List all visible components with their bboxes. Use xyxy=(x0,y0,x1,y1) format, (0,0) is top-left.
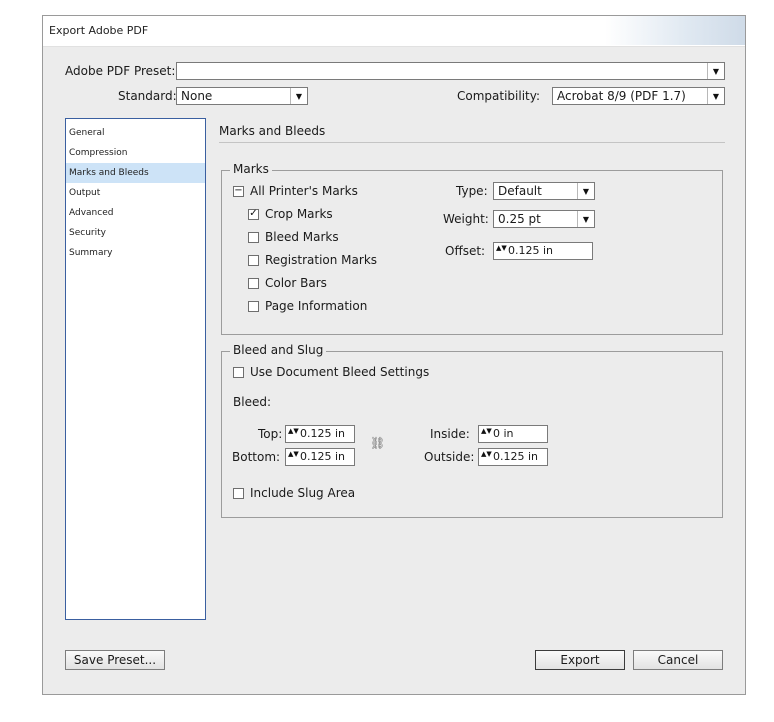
marks-legend: Marks xyxy=(230,162,272,176)
preset-label: Adobe PDF Preset: xyxy=(65,64,176,78)
preset-dropdown[interactable]: ▼ xyxy=(176,62,725,80)
mixed-check-icon: − xyxy=(233,185,244,197)
color-bars-checkbox[interactable]: Color Bars xyxy=(248,276,327,290)
type-label: Type: xyxy=(456,184,488,198)
page-information-label: Page Information xyxy=(265,299,368,313)
standard-label: Standard: xyxy=(118,89,177,103)
use-document-bleed-checkbox[interactable]: Use Document Bleed Settings xyxy=(233,365,429,379)
use-document-bleed-label: Use Document Bleed Settings xyxy=(250,365,430,379)
inside-label: Inside: xyxy=(430,427,470,441)
save-preset-button[interactable]: Save Preset... xyxy=(65,650,165,670)
all-printers-marks-checkbox[interactable]: − All Printer's Marks xyxy=(233,184,358,198)
unchecked-box xyxy=(248,277,259,289)
weight-label: Weight: xyxy=(443,212,489,226)
crop-marks-checkbox[interactable]: ✓ Crop Marks xyxy=(248,207,333,221)
dialog-title: Export Adobe PDF xyxy=(49,24,149,37)
nav-item-summary[interactable]: Summary xyxy=(66,243,205,263)
nav-item-advanced[interactable]: Advanced xyxy=(66,203,205,223)
page-title: Marks and Bleeds xyxy=(219,124,326,138)
link-chain-icon[interactable]: ⛓ xyxy=(370,436,385,450)
bottom-label: Bottom: xyxy=(232,450,281,464)
unchecked-box xyxy=(248,300,259,312)
outside-bleed-value: 0.125 in xyxy=(493,450,539,463)
export-button[interactable]: Export xyxy=(535,650,625,670)
bottom-bleed-value: 0.125 in xyxy=(300,450,346,463)
bleed-marks-checkbox[interactable]: Bleed Marks xyxy=(248,230,339,244)
stepper-arrows-icon[interactable]: ▲▼ xyxy=(481,451,492,463)
top-label: Top: xyxy=(258,427,283,441)
weight-dropdown[interactable]: 0.25 pt ▼ xyxy=(493,210,595,228)
unchecked-box xyxy=(233,487,244,499)
chevron-down-icon: ▼ xyxy=(707,63,724,79)
weight-value: 0.25 pt xyxy=(498,212,541,226)
stepper-arrows-icon[interactable]: ▲▼ xyxy=(481,428,492,440)
unchecked-box xyxy=(248,254,259,266)
stepper-arrows-icon[interactable]: ▲▼ xyxy=(288,451,299,463)
divider xyxy=(219,142,725,143)
all-printers-marks-label: All Printer's Marks xyxy=(250,184,358,198)
checkmark-icon: ✓ xyxy=(248,208,259,220)
outside-label: Outside: xyxy=(424,450,475,464)
top-bleed-stepper[interactable]: ▲▼ 0.125 in xyxy=(285,425,355,443)
offset-value: 0.125 in xyxy=(508,244,554,257)
crop-marks-label: Crop Marks xyxy=(265,207,333,221)
cancel-button[interactable]: Cancel xyxy=(633,650,723,670)
title-bar: Export Adobe PDF xyxy=(43,16,745,47)
chevron-down-icon: ▼ xyxy=(577,183,594,199)
page-information-checkbox[interactable]: Page Information xyxy=(248,299,367,313)
stepper-arrows-icon[interactable]: ▲▼ xyxy=(496,245,507,257)
chevron-down-icon: ▼ xyxy=(290,88,307,104)
title-bar-glass xyxy=(605,16,745,45)
bleed-heading: Bleed: xyxy=(233,395,271,409)
include-slug-label: Include Slug Area xyxy=(250,486,356,500)
compatibility-label: Compatibility: xyxy=(457,89,541,103)
nav-item-general[interactable]: General xyxy=(66,123,205,143)
chevron-down-icon: ▼ xyxy=(577,211,594,227)
outside-bleed-stepper[interactable]: ▲▼ 0.125 in xyxy=(478,448,548,466)
unchecked-box xyxy=(233,366,244,378)
standard-value: None xyxy=(181,89,213,103)
bleed-and-slug-legend: Bleed and Slug xyxy=(230,343,327,357)
export-pdf-dialog: Export Adobe PDF Adobe PDF Preset: ▼ Sta… xyxy=(42,15,746,695)
color-bars-label: Color Bars xyxy=(265,276,327,290)
nav-item-marks-and-bleeds[interactable]: Marks and Bleeds xyxy=(66,163,205,183)
type-value: Default xyxy=(498,184,542,198)
offset-stepper[interactable]: ▲▼ 0.125 in xyxy=(493,242,593,260)
offset-label: Offset: xyxy=(445,244,486,258)
bleed-marks-label: Bleed Marks xyxy=(265,230,339,244)
stepper-arrows-icon[interactable]: ▲▼ xyxy=(288,428,299,440)
bottom-bleed-stepper[interactable]: ▲▼ 0.125 in xyxy=(285,448,355,466)
nav-item-compression[interactable]: Compression xyxy=(66,143,205,163)
inside-bleed-stepper[interactable]: ▲▼ 0 in xyxy=(478,425,548,443)
compatibility-value: Acrobat 8/9 (PDF 1.7) xyxy=(557,89,686,103)
include-slug-checkbox[interactable]: Include Slug Area xyxy=(233,486,355,500)
chevron-down-icon: ▼ xyxy=(707,88,724,104)
registration-marks-label: Registration Marks xyxy=(265,253,378,267)
category-list: General Compression Marks and Bleeds Out… xyxy=(65,118,206,620)
nav-item-security[interactable]: Security xyxy=(66,223,205,243)
unchecked-box xyxy=(248,231,259,243)
type-dropdown[interactable]: Default ▼ xyxy=(493,182,595,200)
nav-item-output[interactable]: Output xyxy=(66,183,205,203)
compatibility-dropdown[interactable]: Acrobat 8/9 (PDF 1.7) ▼ xyxy=(552,87,725,105)
top-bleed-value: 0.125 in xyxy=(300,427,346,440)
inside-bleed-value: 0 in xyxy=(493,427,514,440)
registration-marks-checkbox[interactable]: Registration Marks xyxy=(248,253,377,267)
standard-dropdown[interactable]: None ▼ xyxy=(176,87,308,105)
